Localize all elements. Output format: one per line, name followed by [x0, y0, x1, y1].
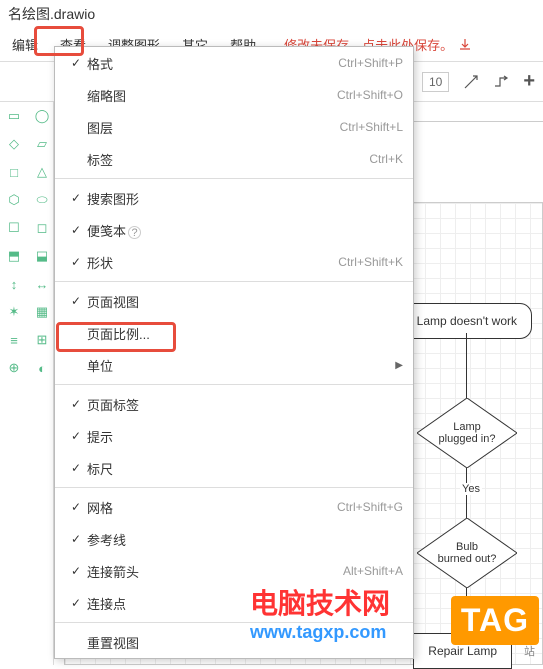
shape-thumb[interactable]: ↕	[2, 272, 26, 296]
dropdown-item-搜索图形[interactable]: ✓搜索图形	[55, 182, 413, 214]
item-label: 搜索图形	[87, 189, 403, 208]
dropdown-item-单位[interactable]: 单位▶	[55, 349, 413, 381]
dropdown-item-形状[interactable]: ✓形状Ctrl+Shift+K	[55, 246, 413, 278]
dropdown-item-参考线[interactable]: ✓参考线	[55, 523, 413, 555]
shape-thumb[interactable]: ⬒	[2, 244, 26, 268]
check-icon: ✓	[65, 56, 87, 70]
check-icon: ✓	[65, 294, 87, 308]
shortcut-text: Ctrl+Shift+K	[338, 255, 403, 269]
shapes-sidebar: ▭◯◇▱□△⬡⬭☐◻⬒⬓↕↔✶▦≡⊞⊕◐	[0, 102, 54, 665]
dropdown-item-提示[interactable]: ✓提示	[55, 420, 413, 452]
menu-edit[interactable]: 编辑	[8, 33, 42, 56]
shape-thumb[interactable]: ⬭	[30, 188, 54, 212]
dropdown-item-网格[interactable]: ✓网格Ctrl+Shift+G	[55, 491, 413, 523]
item-label: 图层	[87, 118, 340, 137]
check-icon: ✓	[65, 596, 87, 610]
separator	[55, 487, 413, 488]
dropdown-item-页面视图[interactable]: ✓页面视图	[55, 285, 413, 317]
submenu-arrow-icon: ▶	[395, 360, 403, 371]
shape-thumb[interactable]: ◐	[30, 356, 54, 380]
shortcut-text: Alt+Shift+A	[343, 564, 403, 578]
shape-thumb[interactable]: ✶	[2, 300, 26, 324]
shape-thumb[interactable]: △	[30, 160, 54, 184]
decision2-text: Bulb burned out?	[417, 518, 517, 588]
dropdown-item-标尺[interactable]: ✓标尺	[55, 452, 413, 484]
item-label: 连接箭头	[87, 562, 343, 581]
dropdown-item-图层[interactable]: 图层Ctrl+Shift+L	[55, 111, 413, 143]
flow-decision-2[interactable]: Bulb burned out?	[417, 518, 517, 588]
shortcut-text: Ctrl+Shift+G	[337, 500, 403, 514]
check-icon: ✓	[65, 532, 87, 546]
plus-icon[interactable]: +	[523, 70, 535, 93]
shape-thumb[interactable]: ◇	[2, 132, 26, 156]
item-label: 网格	[87, 498, 337, 517]
shape-thumb[interactable]: ⊕	[2, 356, 26, 380]
view-dropdown: ✓格式Ctrl+Shift+P缩略图Ctrl+Shift+O图层Ctrl+Shi…	[54, 46, 414, 659]
dropdown-item-页面比例...[interactable]: 页面比例...	[55, 317, 413, 349]
shape-thumb[interactable]: □	[2, 160, 26, 184]
watermark: 电脑技术网 www.tagxp.com	[250, 582, 390, 643]
connector-straight-icon[interactable]	[463, 74, 479, 90]
shortcut-text: Ctrl+Shift+L	[340, 120, 403, 134]
item-label: 缩略图	[87, 86, 337, 105]
item-label: 便笺本?	[87, 221, 403, 240]
separator	[55, 281, 413, 282]
shape-thumb[interactable]: ☐	[2, 216, 26, 240]
shape-thumb[interactable]: ⬓	[30, 244, 54, 268]
check-icon: ✓	[65, 397, 87, 411]
separator	[55, 384, 413, 385]
dropdown-item-缩略图[interactable]: 缩略图Ctrl+Shift+O	[55, 79, 413, 111]
decision1-text: Lamp plugged in?	[417, 398, 517, 468]
check-icon: ✓	[65, 461, 87, 475]
window-title: 名绘图.drawio	[0, 0, 543, 28]
item-label: 标尺	[87, 459, 403, 478]
shape-thumb[interactable]: ◯	[30, 104, 54, 128]
shape-thumb[interactable]: ▦	[30, 300, 54, 324]
flow-decision-1[interactable]: Lamp plugged in?	[417, 398, 517, 468]
shortcut-text: Ctrl+Shift+P	[338, 56, 403, 70]
item-label: 形状	[87, 253, 338, 272]
item-label: 参考线	[87, 530, 403, 549]
shape-thumb[interactable]: ◻	[30, 216, 54, 240]
dropdown-item-页面标签[interactable]: ✓页面标签	[55, 388, 413, 420]
shortcut-text: Ctrl+K	[369, 152, 403, 166]
item-label: 页面标签	[87, 395, 403, 414]
shape-thumb[interactable]: ▱	[30, 132, 54, 156]
check-icon: ✓	[65, 429, 87, 443]
watermark-url: www.tagxp.com	[250, 622, 390, 643]
shape-thumb[interactable]: ⬡	[2, 188, 26, 212]
separator	[55, 178, 413, 179]
dropdown-item-格式[interactable]: ✓格式Ctrl+Shift+P	[55, 47, 413, 79]
item-label: 单位	[87, 356, 395, 375]
check-icon: ✓	[65, 564, 87, 578]
dropdown-item-标签[interactable]: 标签Ctrl+K	[55, 143, 413, 175]
tag-sub: 站	[524, 643, 535, 659]
item-label: 页面比例...	[87, 324, 403, 343]
shape-thumb[interactable]: ≡	[2, 328, 26, 352]
download-icon	[457, 37, 473, 53]
tag-badge: TAG	[451, 596, 539, 645]
help-icon[interactable]: ?	[128, 226, 141, 239]
shortcut-text: Ctrl+Shift+O	[337, 88, 403, 102]
check-icon: ✓	[65, 500, 87, 514]
watermark-title: 电脑技术网	[250, 582, 390, 622]
check-icon: ✓	[65, 191, 87, 205]
shape-thumb[interactable]: ⊞	[30, 328, 54, 352]
item-label: 提示	[87, 427, 403, 446]
check-icon: ✓	[65, 223, 87, 237]
dropdown-item-便笺本[interactable]: ✓便笺本?	[55, 214, 413, 246]
item-label: 标签	[87, 150, 369, 169]
zoom-value[interactable]: 10	[422, 72, 449, 92]
item-label: 格式	[87, 54, 338, 73]
shape-thumb[interactable]: ▭	[2, 104, 26, 128]
flow-label-yes: Yes	[460, 483, 482, 495]
item-label: 页面视图	[87, 292, 403, 311]
connector-waypoint-icon[interactable]	[493, 74, 509, 90]
check-icon: ✓	[65, 255, 87, 269]
flow-edge	[466, 333, 467, 398]
shape-thumb[interactable]: ↔	[30, 272, 54, 296]
